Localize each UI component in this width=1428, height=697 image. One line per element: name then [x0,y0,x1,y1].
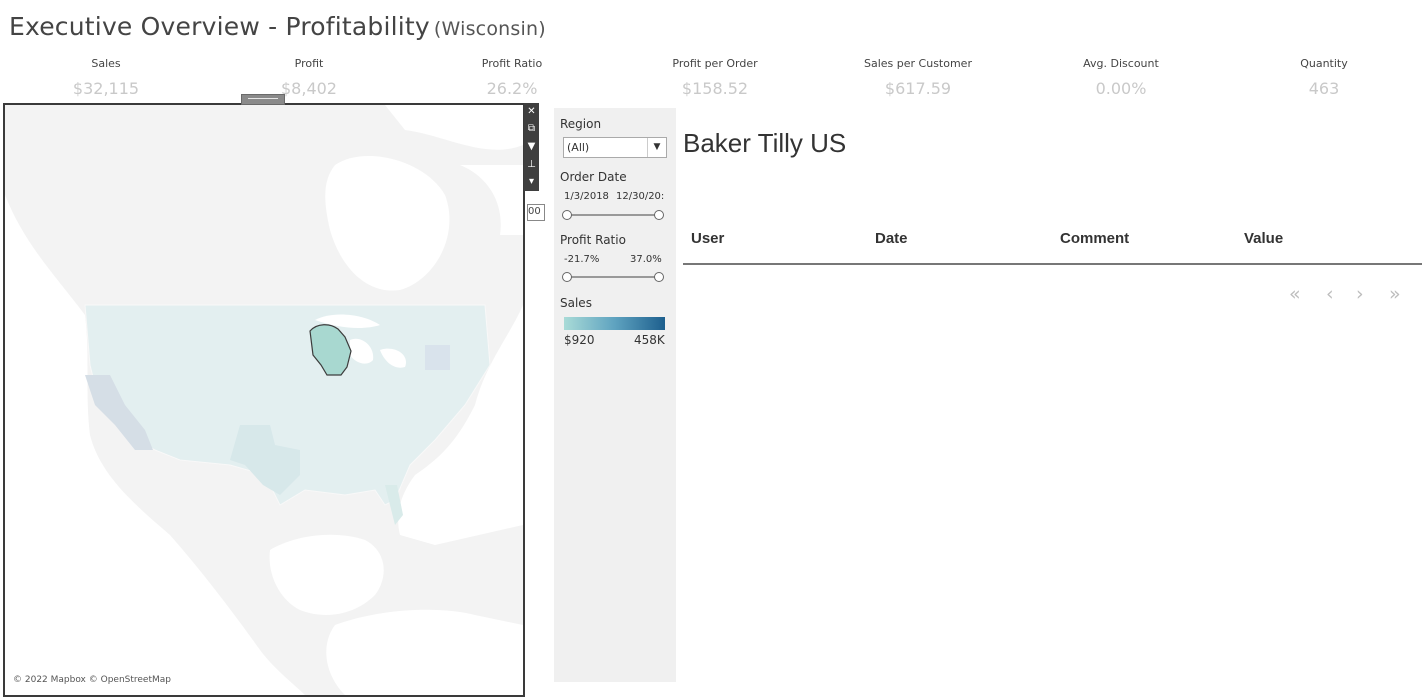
slider-handle-end[interactable] [654,272,664,282]
column-header-user[interactable]: User [691,230,724,247]
hidden-field-peek[interactable]: 00 [527,204,545,221]
region-select[interactable]: (All) ▼ [563,137,667,158]
caribbean-sea [326,609,523,695]
next-page-icon[interactable]: › [1356,283,1364,305]
slider-handle-end[interactable] [654,210,664,220]
column-header-value[interactable]: Value [1244,230,1283,247]
chevron-down-icon[interactable]: ▼ [647,138,666,157]
kpi-label: Avg. Discount [1083,57,1159,70]
filter-panel: Region (All) ▼ Order Date 1/3/2018 12/30… [554,108,676,682]
kpi-label: Quantity [1300,57,1348,70]
map-toolbar: ✕ ⧉ ▼ ⊥ ▾ [524,103,539,191]
kpi-value: $32,115 [72,79,140,98]
order-date-slider[interactable] [562,210,664,220]
first-page-icon[interactable]: « [1289,283,1301,305]
kpi-quantity: Quantity 463 [1234,57,1414,98]
sales-legend-label: Sales [560,296,592,310]
more-icon[interactable]: ▾ [529,177,534,187]
profit-ratio-min: -21.7% [564,254,600,265]
dashboard-title: Executive Overview - Profitability [9,12,430,41]
order-date-label: Order Date [560,170,627,184]
close-icon[interactable]: ✕ [527,106,535,117]
sales-color-legend [564,317,665,330]
page-title: Executive Overview - Profitability (Wisco… [9,12,546,41]
sales-map[interactable]: © 2022 Mapbox © OpenStreetMap [3,103,525,697]
kpi-sales-per-customer: Sales per Customer $617.59 [828,57,1008,98]
sales-legend-max: 458K [634,333,665,347]
profit-ratio-label: Profit Ratio [560,233,626,247]
kpi-profit-per-order: Profit per Order $158.52 [625,57,805,98]
order-date-end: 12/30/20: [616,191,665,202]
kpi-value: $158.52 [681,79,749,98]
pin-icon[interactable]: ⊥ [527,159,536,170]
map-attribution: © 2022 Mapbox © OpenStreetMap [13,675,171,685]
kpi-value: 0.00% [1095,79,1147,98]
kpi-label: Profit [294,57,324,70]
kpi-sales: Sales $32,115 [16,57,196,98]
org-name: Baker Tilly US [683,128,847,158]
kpi-value: 463 [1308,79,1340,98]
kpi-avg-discount: Avg. Discount 0.00% [1031,57,1211,98]
slider-handle-start[interactable] [562,272,572,282]
kpi-label: Sales [91,57,121,70]
kpi-value: $617.59 [884,79,952,98]
table-header-divider [683,263,1422,265]
map-canvas[interactable] [5,105,523,695]
prev-page-icon[interactable]: ‹ [1326,283,1334,305]
popout-icon[interactable]: ⧉ [528,124,535,134]
region-value: (All) [567,141,590,154]
region-label: Region [560,117,602,131]
column-header-comment[interactable]: Comment [1060,230,1129,247]
filter-icon[interactable]: ▼ [528,141,536,152]
profit-ratio-max: 37.0% [630,254,662,265]
kpi-label: Profit Ratio [481,57,543,70]
slider-handle-start[interactable] [562,210,572,220]
profit-ratio-slider[interactable] [562,272,664,282]
kpi-label: Sales per Customer [864,57,972,70]
dashboard-subtitle: (Wisconsin) [433,18,546,40]
order-date-start: 1/3/2018 [564,191,609,202]
last-page-icon[interactable]: » [1389,283,1401,305]
kpi-label: Profit per Order [672,57,758,70]
kpi-profit-ratio: Profit Ratio 26.2% [422,57,602,98]
drag-handle[interactable] [241,94,285,105]
column-header-date[interactable]: Date [875,230,908,247]
kpi-value: 26.2% [486,79,538,98]
sales-legend-min: $920 [564,333,595,347]
state-new-york[interactable] [425,345,450,370]
kpi-profit: Profit $8,402 [219,57,399,98]
